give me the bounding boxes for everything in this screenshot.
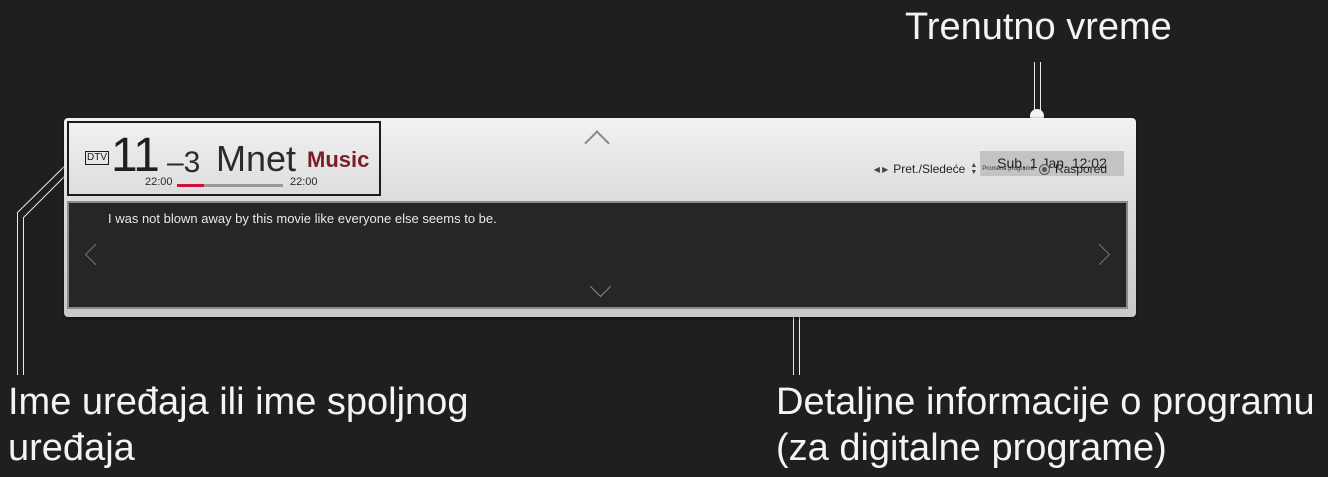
callout-details-line2: (za digitalne programe) [776, 427, 1167, 469]
hint-change-program: Promena programa [982, 166, 1034, 172]
up-down-arrows-icon: ▲ ▼ [970, 162, 978, 176]
leader-line-time [1034, 62, 1035, 112]
channel-info-box[interactable]: DTV 11 –3 Mnet Music 22:00 22:00 [67, 121, 381, 196]
dtv-badge: DTV [85, 151, 109, 165]
program-start-time: 22:00 [145, 176, 173, 188]
callout-details-line1: Detaljne informacije o programu [776, 381, 1315, 423]
channel-genre: Music [307, 147, 370, 172]
ok-button-icon [1038, 163, 1050, 175]
program-details-text: I was not blown away by this movie like … [108, 211, 497, 226]
leader-line-device [23, 218, 24, 375]
callout-device-line1: Ime uređaja ili ime spoljnog [8, 381, 469, 423]
chevron-up-icon[interactable] [584, 130, 610, 156]
chevron-left-icon[interactable] [84, 243, 107, 266]
channel-name: Mnet [216, 138, 297, 179]
chevron-down-icon[interactable] [589, 275, 612, 298]
chevron-right-icon[interactable] [1088, 243, 1111, 266]
leader-line-time [1040, 62, 1041, 112]
callout-program-details: Detaljne informacije o programu (za digi… [776, 379, 1315, 471]
hint-schedule: Raspored [1054, 162, 1107, 176]
program-progress-fill [177, 184, 204, 187]
leader-line-device [17, 213, 18, 375]
callout-device-line2: uređaja [8, 427, 135, 469]
program-details-panel[interactable]: I was not blown away by this movie like … [67, 201, 1128, 309]
callout-device-name: Ime uređaja ili ime spoljnog uređaja [8, 379, 468, 471]
program-progress-bar [177, 184, 283, 187]
program-info-banner: DTV 11 –3 Mnet Music 22:00 22:00 Sub. 1 … [64, 118, 1136, 317]
hint-prev-next: Pret./Sledeće [893, 162, 966, 176]
left-right-arrows-icon: ◀ ▶ [873, 164, 889, 174]
program-end-time: 22:00 [290, 176, 318, 188]
callout-current-time: Trenutno vreme [905, 6, 1172, 48]
remote-hints: ◀ ▶ Pret./Sledeće ▲ ▼ Promena programa Ra… [874, 160, 1107, 178]
